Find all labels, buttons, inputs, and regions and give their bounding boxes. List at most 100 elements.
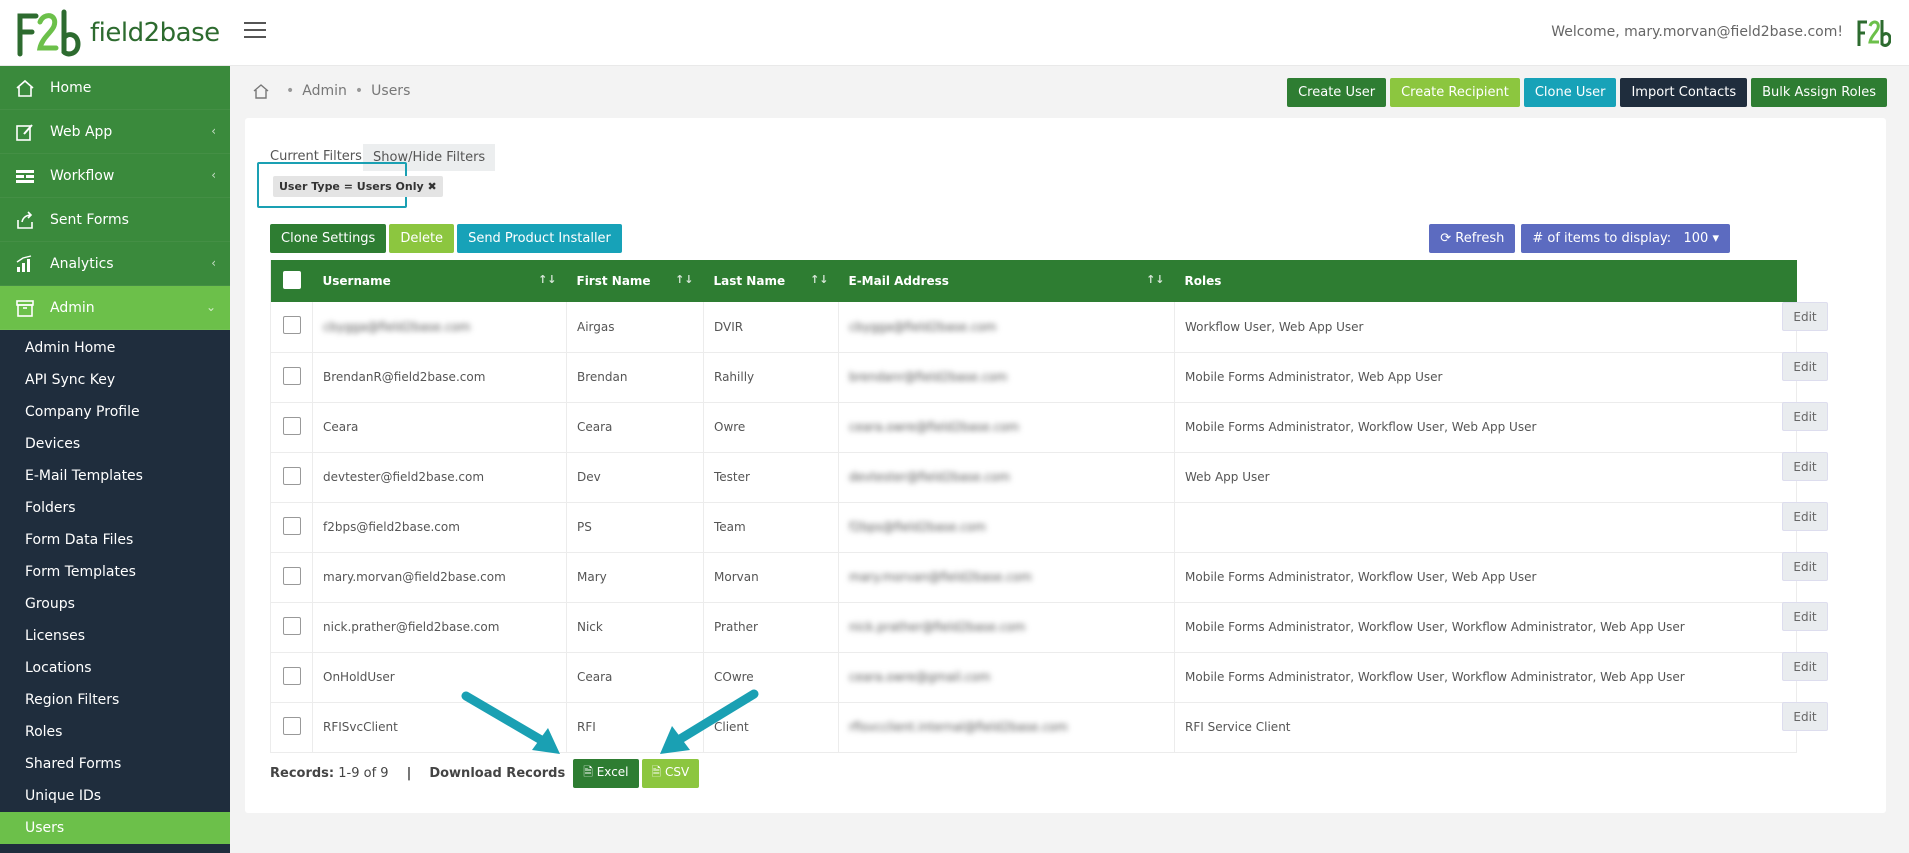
edit-button[interactable]: Edit — [1782, 352, 1828, 381]
sidebar-item-sent-forms[interactable]: Sent Forms — [0, 198, 230, 242]
sidebar-subitem-api-sync-key[interactable]: API Sync Key — [0, 364, 230, 396]
row-checkbox[interactable] — [282, 566, 301, 585]
delete-button[interactable]: Delete — [389, 224, 455, 253]
menu-toggle-icon[interactable] — [244, 22, 266, 40]
send-product-installer-button[interactable]: Send Product Installer — [457, 224, 622, 253]
sort-icon[interactable]: ↑↓ — [675, 273, 693, 286]
sidebar-subitem-form-data-files[interactable]: Form Data Files — [0, 524, 230, 556]
column-first-name[interactable]: First Name ↑↓ — [566, 260, 704, 302]
cell-first-name: PS — [566, 502, 704, 553]
clone-user-button[interactable]: Clone User — [1523, 78, 1617, 107]
clone-settings-button[interactable]: Clone Settings — [270, 224, 387, 253]
row-checkbox[interactable] — [282, 316, 301, 335]
home-icon[interactable] — [252, 82, 270, 100]
table-header-row: Username ↑↓ First Name ↑↓ Last Name ↑↓ E-Ma… — [270, 260, 1797, 302]
sidebar-subitem-users[interactable]: Users — [0, 812, 230, 844]
table-row[interactable]: BrendanR@field2base.com Brendan Rahilly … — [270, 352, 1797, 403]
sort-icon[interactable]: ↑↓ — [538, 273, 556, 286]
create-recipient-button[interactable]: Create Recipient — [1390, 78, 1520, 107]
sidebar-subitem-devices[interactable]: Devices — [0, 428, 230, 460]
filter-chip[interactable]: User Type = Users Only ✖ — [273, 176, 443, 197]
select-all-header[interactable] — [270, 260, 313, 302]
edit-button[interactable]: Edit — [1782, 602, 1828, 631]
select-all-checkbox[interactable] — [282, 270, 301, 289]
row-checkbox[interactable] — [282, 366, 301, 385]
sidebar-item-label: Sent Forms — [50, 211, 129, 228]
column-username[interactable]: Username ↑↓ — [312, 260, 567, 302]
sidebar-subitem-locations[interactable]: Locations — [0, 652, 230, 684]
sidebar-subitem-form-templates[interactable]: Form Templates — [0, 556, 230, 588]
sidebar-subitem-unique-ids[interactable]: Unique IDs — [0, 780, 230, 812]
row-select-cell[interactable] — [270, 652, 313, 703]
column-email[interactable]: E-Mail Address ↑↓ — [838, 260, 1175, 302]
row-checkbox[interactable] — [282, 666, 301, 685]
analytics-icon — [14, 253, 36, 275]
cell-roles: Mobile Forms Administrator, Workflow Use… — [1174, 602, 1797, 653]
edit-button[interactable]: Edit — [1782, 652, 1828, 681]
row-select-cell[interactable] — [270, 352, 313, 403]
sidebar-item-home[interactable]: Home — [0, 66, 230, 110]
sort-icon[interactable]: ↑↓ — [810, 273, 828, 286]
row-select-cell[interactable] — [270, 552, 313, 603]
sidebar-subitem-groups[interactable]: Groups — [0, 588, 230, 620]
column-last-name[interactable]: Last Name ↑↓ — [703, 260, 839, 302]
row-checkbox[interactable] — [282, 466, 301, 485]
sidebar-subitem-region-filters[interactable]: Region Filters — [0, 684, 230, 716]
table-row[interactable]: f2bps@field2base.com PS Team f2bps@field… — [270, 502, 1797, 553]
chevron-left-icon: ‹ — [211, 168, 216, 182]
items-per-page-dropdown[interactable]: # of items to display: 100 ▾ — [1521, 224, 1730, 253]
row-select-cell[interactable] — [270, 502, 313, 553]
sidebar-item-admin[interactable]: Admin ⌄ — [0, 286, 230, 330]
table-row[interactable]: mary.morvan@field2base.com Mary Morvan m… — [270, 552, 1797, 603]
edit-button[interactable]: Edit — [1782, 452, 1828, 481]
row-select-cell[interactable] — [270, 452, 313, 503]
refresh-button[interactable]: ⟳ Refresh — [1429, 224, 1516, 253]
user-avatar-icon[interactable] — [1855, 18, 1891, 48]
table-row[interactable]: Ceara Ceara Owre ceara.owre@field2base.c… — [270, 402, 1797, 453]
edit-button[interactable]: Edit — [1782, 552, 1828, 581]
sidebar-subitem-folders[interactable]: Folders — [0, 492, 230, 524]
row-checkbox[interactable] — [282, 416, 301, 435]
sidebar-subitem-company-profile[interactable]: Company Profile — [0, 396, 230, 428]
import-contacts-button[interactable]: Import Contacts — [1620, 78, 1748, 107]
table-row[interactable]: devtester@field2base.com Dev Tester devt… — [270, 452, 1797, 503]
sidebar-subitem-email-templates[interactable]: E-Mail Templates — [0, 460, 230, 492]
download-excel-button[interactable]: 🗎 Excel — [573, 759, 639, 788]
chevron-left-icon: ‹ — [211, 256, 216, 270]
cell-email: devtester@field2base.com — [838, 452, 1175, 503]
brand-logo[interactable]: field2base — [14, 8, 220, 58]
sidebar-subitem-shared-forms[interactable]: Shared Forms — [0, 748, 230, 780]
create-user-button[interactable]: Create User — [1287, 78, 1387, 107]
download-csv-button[interactable]: 🗎 CSV — [641, 759, 700, 788]
sidebar-item-workflow[interactable]: Workflow ‹ — [0, 154, 230, 198]
row-select-cell[interactable] — [270, 602, 313, 653]
breadcrumb-admin[interactable]: Admin — [302, 83, 347, 99]
row-checkbox[interactable] — [282, 516, 301, 535]
row-select-cell[interactable] — [270, 302, 313, 353]
sidebar-item-analytics[interactable]: Analytics ‹ — [0, 242, 230, 286]
edit-button[interactable]: Edit — [1782, 402, 1828, 431]
row-checkbox[interactable] — [282, 716, 301, 735]
sidebar-subitem-licenses[interactable]: Licenses — [0, 620, 230, 652]
annotation-arrow-excel-icon — [461, 691, 560, 754]
row-select-cell[interactable] — [270, 402, 313, 453]
bulk-assign-roles-button[interactable]: Bulk Assign Roles — [1751, 78, 1887, 107]
row-checkbox[interactable] — [282, 616, 301, 635]
sidebar-subitem-admin-home[interactable]: Admin Home — [0, 332, 230, 364]
edit-button[interactable]: Edit — [1782, 502, 1828, 531]
edit-button[interactable]: Edit — [1782, 302, 1828, 331]
edit-button[interactable]: Edit — [1782, 702, 1828, 731]
users-table: Username ↑↓ First Name ↑↓ Last Name ↑↓ E-Ma… — [270, 260, 1797, 753]
sort-icon[interactable]: ↑↓ — [1146, 273, 1164, 286]
cell-email: nick.prather@field2base.com — [838, 602, 1175, 653]
table-row[interactable]: cbygga@field2base.com Airgas DVIR cbygga… — [270, 302, 1797, 353]
cell-username: cbygga@field2base.com — [312, 302, 567, 353]
row-select-cell[interactable] — [270, 702, 313, 753]
close-icon[interactable]: ✖ — [427, 180, 436, 193]
sidebar-subitem-roles[interactable]: Roles — [0, 716, 230, 748]
items-label: # of items to display: — [1532, 231, 1672, 246]
table-controls: ⟳ Refresh # of items to display: 100 ▾ — [1429, 224, 1730, 253]
table-row[interactable]: nick.prather@field2base.com Nick Prather… — [270, 602, 1797, 653]
cell-email: ceara.owre@gmail.com — [838, 652, 1175, 703]
sidebar-item-web-app[interactable]: Web App ‹ — [0, 110, 230, 154]
